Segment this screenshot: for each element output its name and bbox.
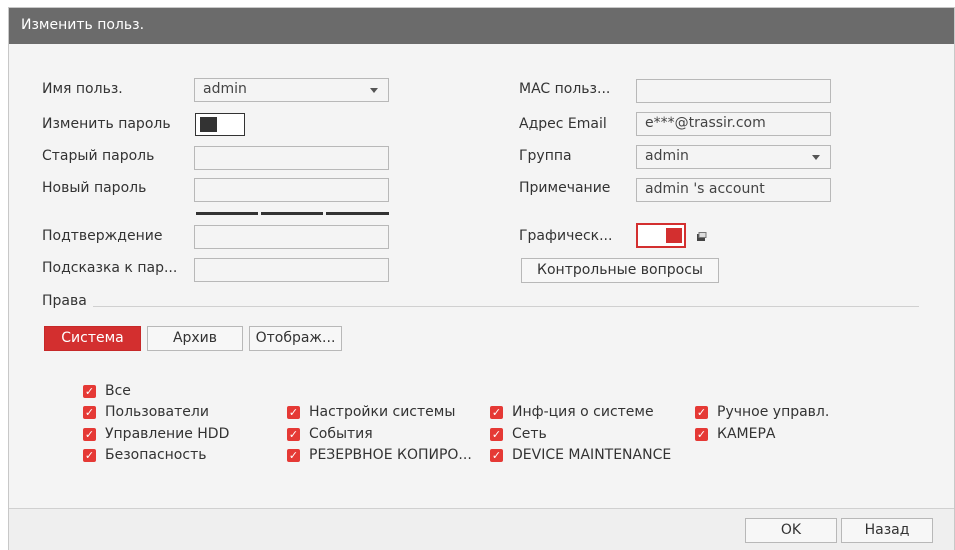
tab-archive[interactable]: Архив (147, 326, 243, 351)
group-select[interactable]: admin (636, 145, 831, 169)
checkbox-users[interactable]: ✓ Пользователи (83, 404, 209, 420)
checkbox-camera[interactable]: ✓ КАМЕРА (695, 426, 775, 442)
pattern-lock-toggle[interactable] (636, 223, 686, 248)
pattern-lock-label: Графическ... (519, 228, 613, 244)
email-input[interactable]: e***@trassir.com (636, 112, 831, 136)
username-value: admin (203, 81, 247, 97)
edit-user-dialog: Изменить польз. Имя польз. admin Изменит… (8, 7, 955, 550)
group-label: Группа (519, 148, 572, 164)
note-value: admin 's account (645, 181, 765, 197)
checkmark-icon: ✓ (83, 448, 96, 462)
checkmark-icon: ✓ (490, 448, 503, 462)
checkmark-icon: ✓ (287, 448, 300, 462)
mac-label: MAC польз... (519, 81, 611, 97)
mac-input[interactable] (636, 79, 831, 103)
group-value: admin (645, 148, 689, 164)
checkbox-hdd[interactable]: ✓ Управление HDD (83, 426, 229, 442)
checkmark-icon: ✓ (83, 427, 96, 441)
checkmark-icon: ✓ (695, 405, 708, 419)
section-divider (93, 306, 919, 307)
checkbox-backup[interactable]: ✓ РЕЗЕРВНОЕ КОПИРО... (287, 447, 472, 463)
new-password-input[interactable] (194, 178, 389, 202)
checkmark-icon: ✓ (490, 405, 503, 419)
checkbox-device-maintenance[interactable]: ✓ DEVICE MAINTENANCE (490, 447, 671, 463)
checkmark-icon: ✓ (83, 405, 96, 419)
confirm-password-input[interactable] (194, 225, 389, 249)
email-label: Адрес Email (519, 116, 607, 132)
checkmark-icon: ✓ (490, 427, 503, 441)
username-label: Имя польз. (42, 81, 123, 97)
checkmark-icon: ✓ (83, 384, 96, 398)
toggle-knob (666, 228, 682, 243)
security-questions-button[interactable]: Контрольные вопросы (521, 258, 719, 283)
rights-section-label: Права (42, 293, 87, 309)
edit-icon[interactable] (697, 232, 707, 241)
note-label: Примечание (519, 180, 611, 196)
old-password-label: Старый пароль (42, 148, 155, 164)
strength-segment (196, 212, 258, 215)
username-select[interactable]: admin (194, 78, 389, 102)
new-password-label: Новый пароль (42, 180, 147, 196)
checkbox-events[interactable]: ✓ События (287, 426, 373, 442)
checkbox-manual-control[interactable]: ✓ Ручное управл. (695, 404, 829, 420)
change-password-label: Изменить пароль (42, 116, 171, 132)
checkmark-icon: ✓ (287, 427, 300, 441)
dialog-title: Изменить польз. (21, 17, 145, 33)
checkbox-network[interactable]: ✓ Сеть (490, 426, 547, 442)
email-value: e***@trassir.com (645, 115, 766, 131)
dialog-titlebar: Изменить польз. (9, 8, 954, 44)
old-password-input[interactable] (194, 146, 389, 170)
confirm-password-label: Подтверждение (42, 228, 163, 244)
checkbox-all[interactable]: ✓ Все (83, 383, 131, 399)
password-hint-label: Подсказка к пар... (42, 260, 178, 276)
change-password-toggle[interactable] (195, 113, 245, 136)
tab-system[interactable]: Система (44, 326, 141, 351)
note-input[interactable]: admin 's account (636, 178, 831, 202)
checkbox-security[interactable]: ✓ Безопасность (83, 447, 206, 463)
password-hint-input[interactable] (194, 258, 389, 282)
ok-button[interactable]: OK (745, 518, 837, 543)
checkbox-system-settings[interactable]: ✓ Настройки системы (287, 404, 455, 420)
strength-segment (326, 212, 389, 215)
toggle-knob (200, 117, 217, 132)
checkbox-system-info[interactable]: ✓ Инф-ция о системе (490, 404, 654, 420)
checkmark-icon: ✓ (695, 427, 708, 441)
back-button[interactable]: Назад (841, 518, 933, 543)
strength-segment (261, 212, 323, 215)
tab-display[interactable]: Отображ... (249, 326, 342, 351)
checkmark-icon: ✓ (287, 405, 300, 419)
